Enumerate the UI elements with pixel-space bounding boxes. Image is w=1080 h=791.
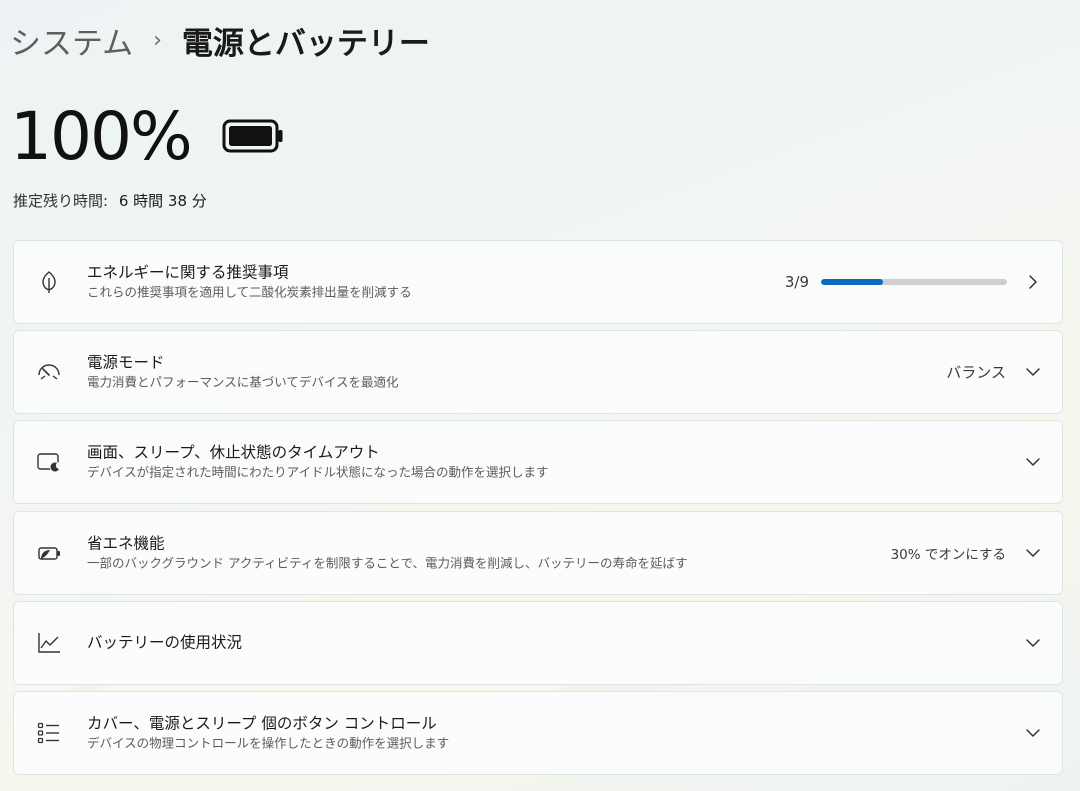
battery-full-icon [222,119,283,153]
card-subtitle: 電力消費とパフォーマンスに基づいてデバイスを最適化 [87,374,399,390]
remaining-time-value: 6 時間 38 分 [118,192,207,210]
card-subtitle: デバイスの物理コントロールを操作したときの動作を選択します [87,735,450,751]
remaining-time: 推定残り時間: 6 時間 38 分 [13,190,207,211]
card-title: エネルギーに関する推奨事項 [87,263,289,282]
card-title: カバー、電源とスリープ 個のボタン コントロール [87,714,437,733]
recommendations-progress: 3/9 [785,273,1007,291]
chevron-down-icon[interactable] [1024,544,1042,562]
card-title: 電源モード [87,353,165,372]
card-text: 画面、スリープ、休止状態のタイムアウト デバイスが指定された時間にわたりアイドル… [87,443,549,482]
chevron-down-icon[interactable] [1024,724,1042,742]
card-energy-saver[interactable]: 省エネ機能 一部のバックグラウンド アクティビティを制限することで、電力消費を削… [13,511,1063,595]
leaf-icon [42,271,56,293]
power-mode-select[interactable]: バランス [946,362,1006,383]
card-title: 省エネ機能 [87,534,165,553]
card-battery-usage[interactable]: バッテリーの使用状況 [13,601,1063,685]
page-title: 電源とバッテリー [181,25,430,62]
remaining-time-label: 推定残り時間: [13,192,109,210]
card-power-mode[interactable]: 電源モード 電力消費とパフォーマンスに基づいてデバイスを最適化 バランス [13,330,1063,414]
list-icon [37,722,59,744]
card-button-controls[interactable]: カバー、電源とスリープ 個のボタン コントロール デバイスの物理コントロールを操… [13,691,1063,775]
chevron-down-icon[interactable] [1024,363,1042,381]
screen-sleep-icon [37,453,61,473]
gauge-icon [38,364,60,380]
card-screen-sleep-timeouts[interactable]: 画面、スリープ、休止状態のタイムアウト デバイスが指定された時間にわたりアイドル… [13,420,1063,504]
card-title: バッテリーの使用状況 [87,633,243,652]
progress-count: 3/9 [784,273,809,291]
breadcrumb: システム › 電源とバッテリー [10,18,430,62]
line-chart-icon [38,633,60,653]
chevron-down-icon[interactable] [1024,634,1042,652]
card-subtitle: これらの推奨事項を適用して二酸化炭素排出量を削減する [87,284,412,300]
battery-percentage: 100% [10,97,193,175]
card-title: 画面、スリープ、休止状態のタイムアウト [87,443,380,462]
card-energy-recommendations[interactable]: エネルギーに関する推奨事項 これらの推奨事項を適用して二酸化炭素排出量を削減する… [13,240,1063,324]
card-subtitle: 一部のバックグラウンド アクティビティを制限することで、電力消費を削減し、バッテ… [87,555,688,571]
energy-saver-threshold: 30% でオンにする [890,547,1006,563]
breadcrumb-parent-system[interactable]: システム [10,18,133,63]
card-text: 電源モード 電力消費とパフォーマンスに基づいてデバイスを最適化 [87,353,399,392]
card-text: バッテリーの使用状況 [87,633,242,654]
card-text: カバー、電源とスリープ 個のボタン コントロール デバイスの物理コントロールを操… [87,714,449,753]
card-subtitle: デバイスが指定された時間にわたりアイドル状態になった場合の動作を選択します [87,464,549,480]
card-text: エネルギーに関する推奨事項 これらの推奨事項を適用して二酸化炭素排出量を削減する [87,263,412,302]
battery-status: 100% [10,97,285,175]
chevron-right-icon [1029,275,1037,289]
progress-track [821,279,1007,285]
progress-fill [821,279,883,285]
card-text: 省エネ機能 一部のバックグラウンド アクティビティを制限することで、電力消費を削… [87,534,687,573]
chevron-right-icon: › [153,27,162,53]
chevron-down-icon[interactable] [1024,453,1042,471]
battery-saver-icon [38,547,60,560]
